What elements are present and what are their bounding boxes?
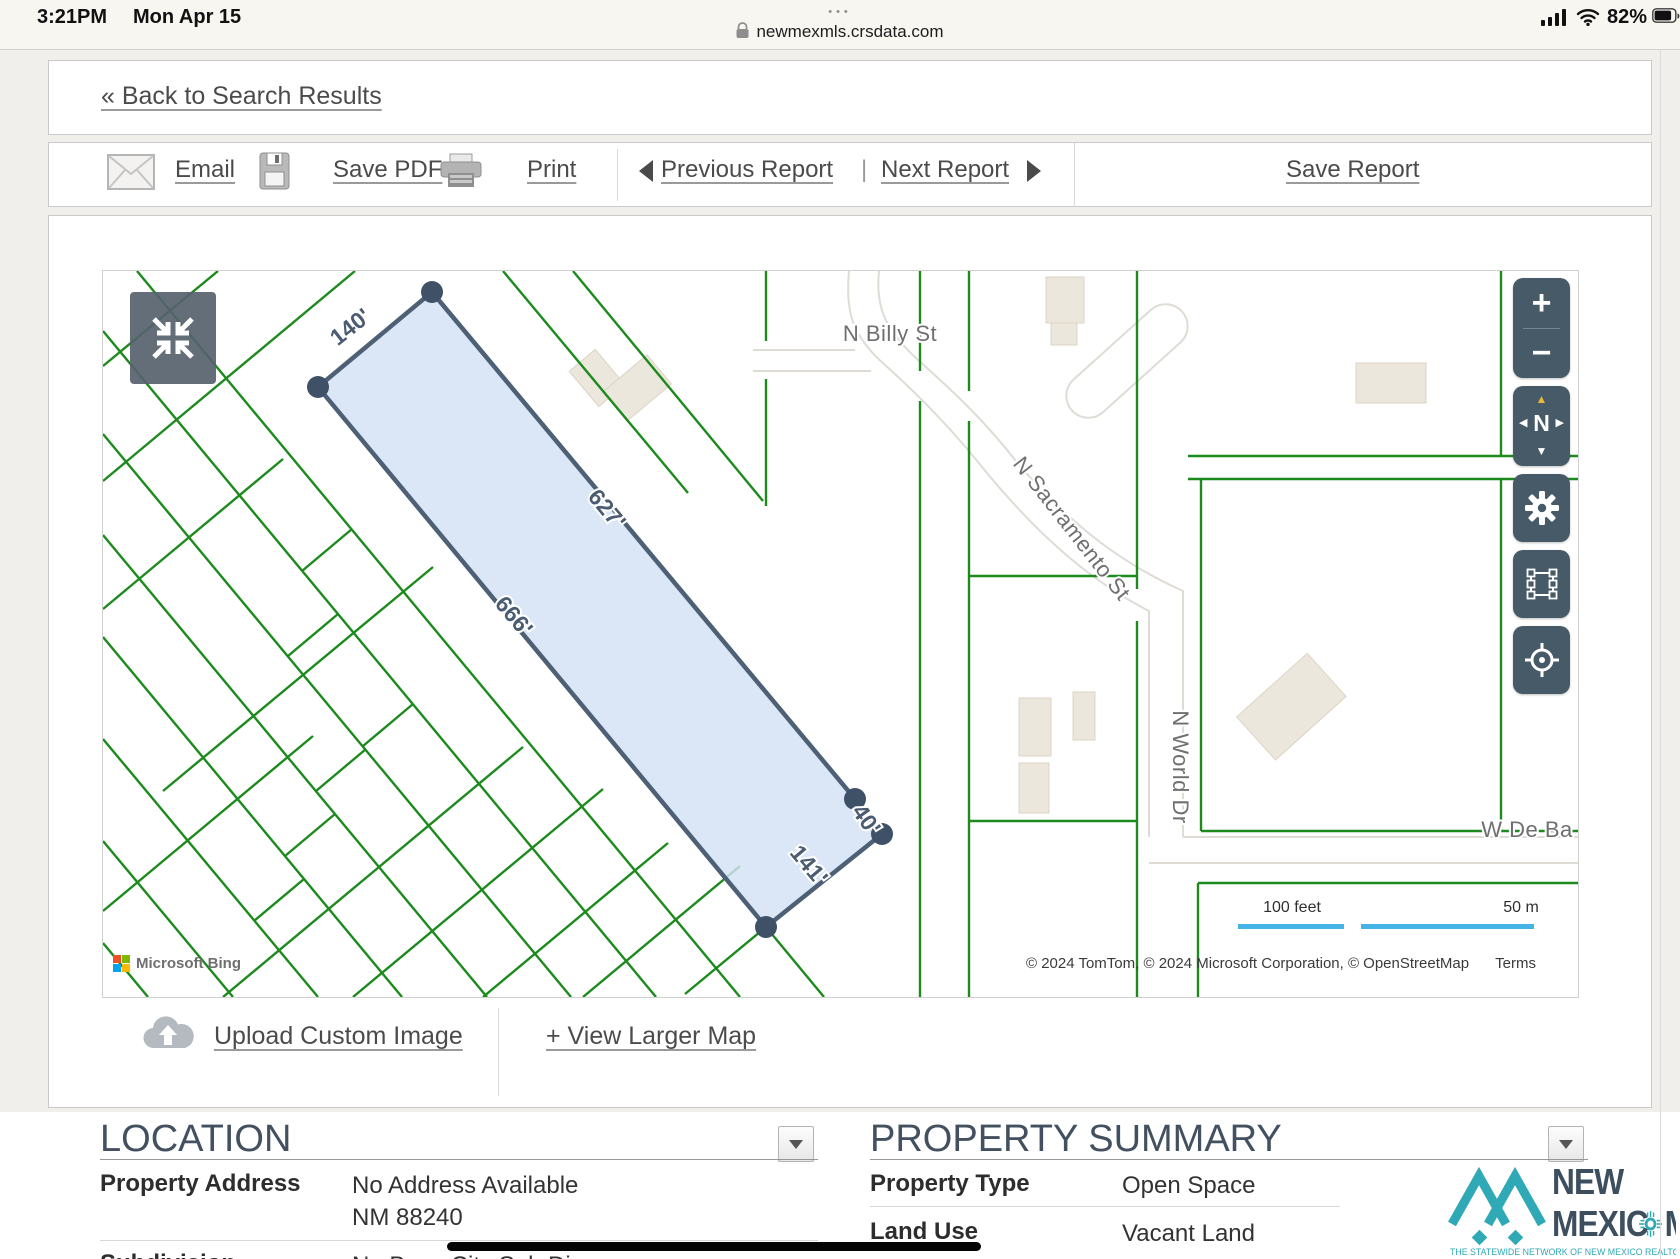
upload-row-divider — [498, 1008, 499, 1096]
property-address-label: Property Address — [100, 1170, 301, 1198]
location-title-rule — [100, 1159, 818, 1160]
parcel-map-svg: 140' 627' 666' 40' 141' N Billy St N Sac… — [103, 271, 1578, 997]
toolbar-separator — [617, 149, 618, 201]
save-pdf-icon — [259, 152, 290, 195]
address-bar[interactable]: newmexmls.crsdata.com — [0, 22, 1680, 44]
brand-line2-right: MLS — [1665, 1204, 1676, 1244]
location-row-divider — [100, 1240, 818, 1241]
location-collapse-button[interactable] — [778, 1126, 814, 1162]
window-edge-line — [1660, 50, 1661, 1259]
wifi-icon — [1576, 8, 1600, 31]
save-report-button[interactable]: Save Report — [1286, 156, 1419, 184]
microsoft-logo-icon — [113, 955, 130, 972]
map-attribution: © 2024 TomTom, © 2024 Microsoft Corporat… — [1026, 955, 1536, 972]
brand-line1: NEW — [1552, 1162, 1624, 1202]
next-arrow-icon — [1027, 160, 1041, 187]
new-mexico-mls-logo: NEW MEXIC MLS THE STATEWIDE NETWORK OF N… — [1448, 1148, 1676, 1259]
area-select-icon — [1524, 566, 1560, 602]
screen: 3:21PM Mon Apr 15 ••• newmexmls.crsdata.… — [0, 0, 1680, 1259]
battery-icon — [1652, 8, 1680, 29]
back-card: « Back to Search Results — [48, 60, 1652, 135]
road-outlines — [753, 271, 1578, 863]
print-button[interactable]: Print — [527, 156, 576, 184]
location-title: LOCATION — [100, 1118, 291, 1161]
parcel-map[interactable]: 140' 627' 666' 40' 141' N Billy St N Sac… — [102, 270, 1579, 998]
locate-icon — [1523, 641, 1561, 679]
zoom-in-button[interactable]: + — [1513, 278, 1570, 328]
toolbar: Email Save PDF Print Previous Report | N… — [48, 142, 1652, 207]
property-type-label: Property Type — [870, 1170, 1030, 1198]
subdivision-value: No Base City Sub Di — [352, 1250, 571, 1259]
email-button[interactable]: Email — [175, 156, 235, 184]
next-report-button[interactable]: Next Report — [881, 156, 1009, 184]
area-select-button[interactable] — [1513, 550, 1570, 618]
locate-button[interactable] — [1513, 626, 1570, 694]
compass-right-icon[interactable]: ▶ — [1556, 416, 1564, 429]
street-label-w-de-baca: W De Ba — [1481, 817, 1573, 842]
map-settings-button[interactable] — [1513, 474, 1570, 542]
compass-control[interactable]: ▲ ◀ N ▶ ▼ — [1513, 386, 1570, 466]
print-icon — [439, 153, 483, 194]
copyright-text: © 2024 TomTom, © 2024 Microsoft Corporat… — [1026, 955, 1469, 972]
upload-custom-image-link[interactable]: Upload Custom Image — [214, 1022, 463, 1051]
terms-link[interactable]: Terms — [1495, 955, 1536, 972]
compass-up-icon[interactable]: ▲ — [1513, 392, 1570, 406]
mountains-icon — [1452, 1176, 1542, 1224]
back-to-results-link[interactable]: « Back to Search Results — [101, 82, 382, 111]
previous-report-button[interactable]: Previous Report — [661, 156, 833, 184]
collapse-icon — [147, 312, 199, 364]
property-type-value: Open Space — [1122, 1170, 1255, 1202]
bing-attribution: Microsoft Bing — [113, 955, 241, 972]
scale-feet-bar — [1238, 924, 1344, 929]
collapse-map-button[interactable] — [130, 292, 216, 384]
property-address-line1: No Address Available — [352, 1170, 578, 1202]
chevron-down-icon — [789, 1140, 803, 1149]
tab-overflow-dots[interactable]: ••• — [0, 6, 1680, 18]
scale-meters-label: 50 m — [1471, 899, 1571, 917]
toolbar-separator-2 — [1074, 143, 1075, 207]
gear-icon — [1524, 490, 1560, 526]
zoom-out-button[interactable]: − — [1513, 328, 1570, 378]
report-nav-divider: | — [861, 156, 867, 184]
scale-meters-bar — [1361, 924, 1534, 929]
property-summary-row-divider — [870, 1206, 1340, 1207]
subdivision-label: Subdivision — [100, 1250, 236, 1259]
battery-percent: 82% — [1607, 6, 1647, 29]
diamond-icons — [1472, 1230, 1524, 1246]
brand-line2-left: MEXIC — [1552, 1204, 1648, 1244]
zoom-control-group: + − — [1513, 278, 1570, 378]
land-use-value: Vacant Land — [1122, 1218, 1255, 1250]
property-address-line2: NM 88240 — [352, 1202, 463, 1234]
save-pdf-button[interactable]: Save PDF — [333, 156, 442, 184]
street-label-n-sacramento-st: N Sacramento St — [1008, 452, 1135, 605]
url-text: newmexmls.crsdata.com — [756, 22, 943, 41]
email-icon — [107, 154, 155, 195]
brand-tagline: THE STATEWIDE NETWORK OF NEW MEXICO REAL… — [1450, 1247, 1676, 1257]
view-larger-map-link[interactable]: + View Larger Map — [546, 1022, 756, 1051]
home-indicator[interactable] — [447, 1242, 981, 1251]
cellular-signal-icon — [1541, 9, 1568, 31]
street-label-n-billy-st: N Billy St — [843, 321, 937, 346]
previous-arrow-icon — [639, 160, 653, 187]
bing-label: Microsoft Bing — [136, 955, 241, 972]
property-summary-title: PROPERTY SUMMARY — [870, 1118, 1282, 1161]
lock-icon — [736, 22, 749, 44]
upload-cloud-icon — [140, 1012, 196, 1059]
street-label-n-world-dr: N World Dr — [1168, 710, 1193, 823]
scale-feet-label: 100 feet — [1242, 899, 1342, 917]
compass-down-icon[interactable]: ▼ — [1513, 444, 1570, 458]
